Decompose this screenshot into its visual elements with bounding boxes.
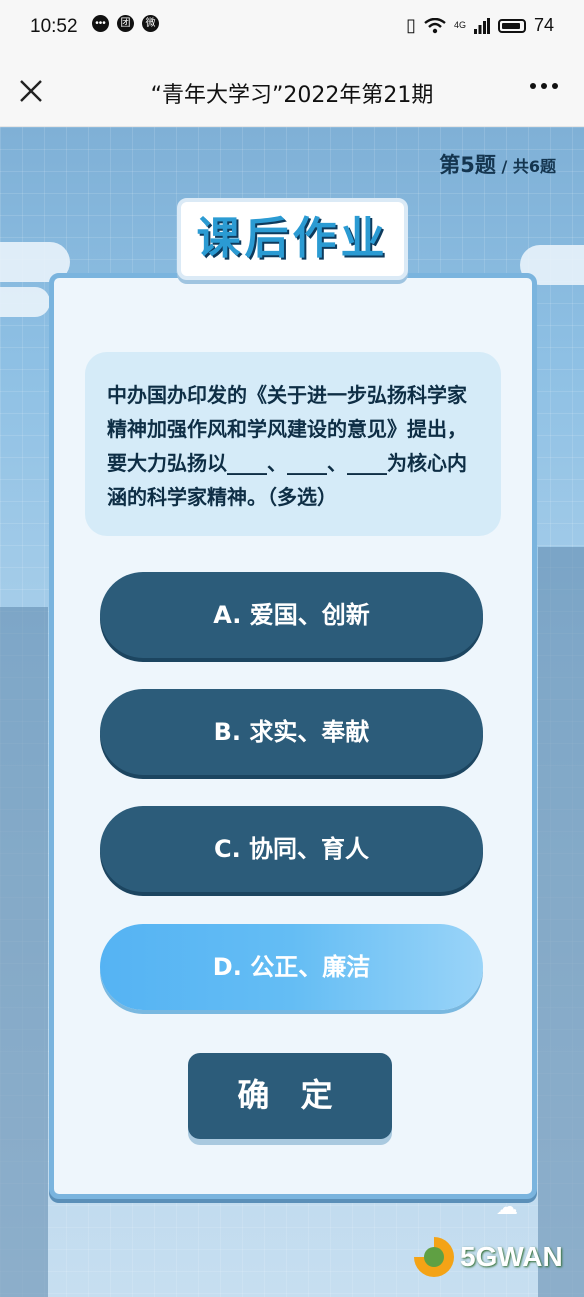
network-type: 4G <box>453 20 466 30</box>
option-b[interactable]: B. 求实、奉献 <box>100 689 483 775</box>
battery-level: 74 <box>533 15 554 35</box>
status-right: ▯ 4G 74 <box>406 15 554 36</box>
paw-cursor-icon: ☁ <box>496 1195 518 1220</box>
total-questions: / 共6题 <box>495 157 556 176</box>
option-a[interactable]: A. 爱国、创新 <box>100 572 483 658</box>
option-c[interactable]: C. 协同、育人 <box>100 806 483 892</box>
site-watermark: 5GWAN <box>414 1237 563 1277</box>
card-header: 课后作业 <box>177 198 408 280</box>
building <box>538 547 584 1297</box>
building <box>0 607 48 1297</box>
signal-icon <box>473 17 490 34</box>
card-title: 课后作业 <box>196 213 389 264</box>
chat-bubble-icon: ••• <box>92 15 109 32</box>
battery-icon <box>497 18 526 33</box>
watermark-logo-icon <box>414 1237 454 1277</box>
weibo-icon: 微 <box>142 15 159 32</box>
navigation-bar: “青年大学习”2022年第21期 <box>0 56 584 127</box>
vibrate-icon: ▯ <box>406 15 416 35</box>
question-text: 中办国办印发的《关于进一步弘扬科学家精神加强作风和学风建设的意见》提出，要大力弘… <box>85 352 501 536</box>
quiz-area: 第5题 / 共6题 课后作业 中办国办印发的《关于进一步弘扬科学家精神加强作风和… <box>0 127 584 1297</box>
watermark-text: 5GWAN <box>460 1241 563 1272</box>
status-bar: 10:52 ••• 团 微 ▯ 4G 74 <box>0 0 584 56</box>
wifi-icon <box>424 17 446 33</box>
option-d[interactable]: D. 公正、廉洁 <box>100 924 483 1010</box>
confirm-button[interactable]: 确 定 <box>188 1053 392 1139</box>
notification-icons: ••• 团 微 <box>92 15 159 32</box>
app-notification-icon: 团 <box>117 15 134 32</box>
more-menu-icon[interactable] <box>530 83 558 89</box>
question-progress: 第5题 / 共6题 <box>439 149 556 179</box>
page-title: “青年大学习”2022年第21期 <box>150 83 434 108</box>
status-time: 10:52 <box>30 16 78 37</box>
current-question: 第5题 <box>439 153 496 177</box>
cloud <box>0 287 50 317</box>
